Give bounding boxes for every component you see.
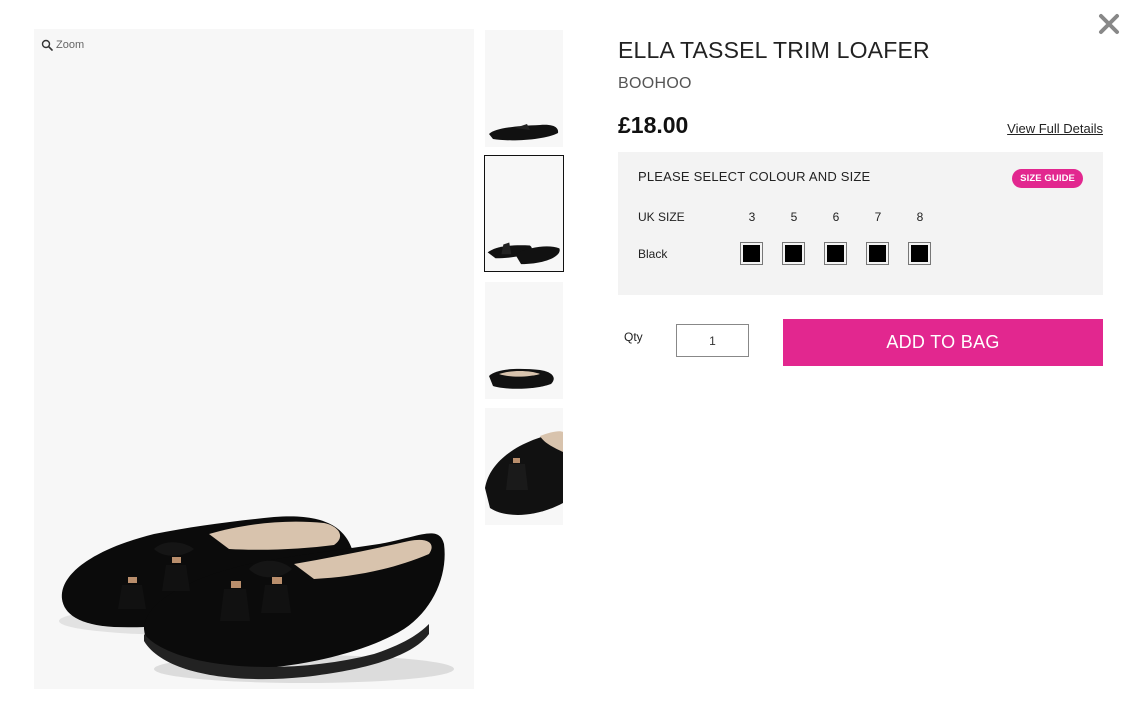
size-5-label: 5 — [790, 210, 798, 224]
thumbnail-1[interactable] — [485, 30, 563, 147]
swatch-black-size-3[interactable] — [740, 242, 763, 265]
size-7-label: 7 — [874, 210, 882, 224]
size-6-label: 6 — [832, 210, 840, 224]
add-to-bag-button[interactable]: ADD TO BAG — [783, 319, 1103, 366]
loafer-photo — [59, 516, 454, 683]
size-8-label: 8 — [916, 210, 924, 224]
colour-black-label: Black — [638, 247, 668, 261]
product-title: ELLA TASSEL TRIM LOAFER — [618, 37, 930, 63]
view-full-details-link[interactable]: View Full Details — [1007, 121, 1103, 136]
close-icon — [1099, 14, 1119, 34]
swatch-black-size-7[interactable] — [866, 242, 889, 265]
qty-input[interactable] — [676, 324, 749, 357]
thumbnail-image — [485, 431, 563, 515]
product-brand: BOOHOO — [618, 75, 692, 92]
size-guide-button[interactable]: SIZE GUIDE — [1012, 169, 1083, 188]
uk-size-label: UK SIZE — [638, 210, 685, 224]
thumbnail-image — [487, 242, 560, 265]
main-product-image[interactable]: Zoom — [34, 29, 474, 689]
thumbnail-image — [489, 368, 554, 389]
qty-label: Qty — [624, 330, 643, 344]
size-3-label: 3 — [748, 210, 756, 224]
swatch-black-size-6[interactable] — [824, 242, 847, 265]
thumbnail-3[interactable] — [485, 282, 563, 399]
product-price: £18.00 — [618, 112, 689, 138]
selector-title: PLEASE SELECT COLOUR AND SIZE — [638, 169, 871, 184]
swatch-black-size-8[interactable] — [908, 242, 931, 265]
thumbnail-4[interactable] — [485, 408, 563, 525]
thumbnail-2[interactable] — [484, 155, 564, 272]
size-selector-panel: PLEASE SELECT COLOUR AND SIZE SIZE GUIDE… — [618, 152, 1103, 295]
swatch-black-size-5[interactable] — [782, 242, 805, 265]
thumbnail-image — [489, 124, 559, 141]
close-button[interactable] — [1097, 12, 1121, 36]
